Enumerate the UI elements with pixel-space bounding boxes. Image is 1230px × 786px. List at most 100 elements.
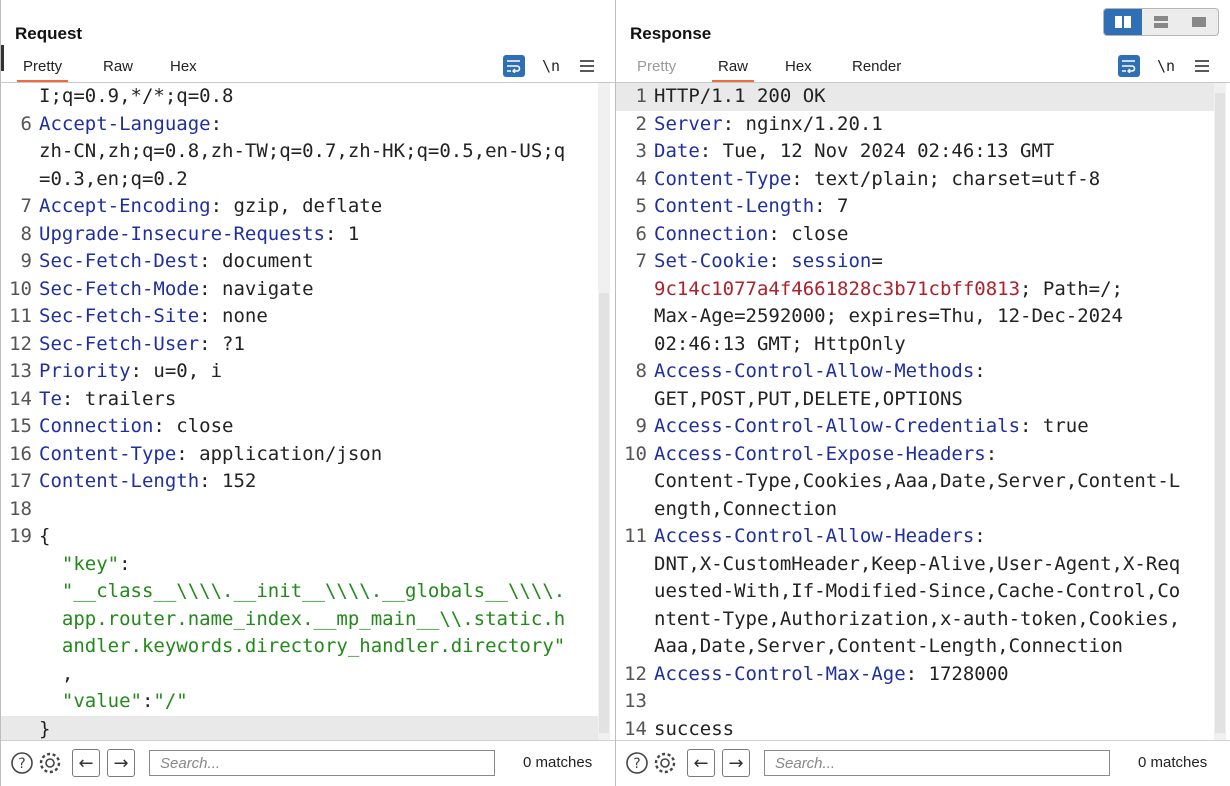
line-number: 19 xyxy=(9,525,32,547)
code-line: 5 Content-Length: 7 xyxy=(616,193,1217,221)
text-token: Content-Type,Cookies,Aaa,Date,Server,Con… xyxy=(654,470,1181,492)
scrollbar-thumb[interactable] xyxy=(1215,93,1225,733)
code-line: 10 Access-Control-Expose-Headers: xyxy=(616,441,1217,469)
newline-toggle-button[interactable]: \n xyxy=(1155,55,1177,77)
code-line: "__class__\\\\.__init__\\\\.__globals__\… xyxy=(1,578,601,606)
line-content: { xyxy=(39,523,50,551)
line-content: Accept-Encoding: gzip, deflate xyxy=(39,193,382,221)
arrow-right-icon[interactable]: → xyxy=(107,749,135,777)
header-name: Content-Type xyxy=(654,167,792,190)
arrow-left-icon[interactable]: ← xyxy=(687,749,715,777)
wrap-lines-icon[interactable] xyxy=(503,55,525,77)
layout-toggle xyxy=(1103,8,1219,36)
header-name: Date xyxy=(654,140,700,162)
text-token: : xyxy=(974,525,986,547)
help-icon[interactable]: ? xyxy=(624,749,650,777)
code-line: 11 Sec-Fetch-Site: none xyxy=(1,303,601,331)
tab-hex[interactable]: Hex xyxy=(785,58,812,75)
line-content: Content-Length: 152 xyxy=(39,468,256,496)
gear-icon[interactable] xyxy=(652,749,678,777)
code-line: 9 Access-Control-Allow-Credentials: true xyxy=(616,413,1217,441)
wrap-lines-icon[interactable] xyxy=(1118,55,1140,77)
line-content: } xyxy=(39,716,50,742)
newline-toggle-button[interactable]: \n xyxy=(540,55,562,77)
line-number: 10 xyxy=(9,277,32,300)
svg-text:?: ? xyxy=(18,756,25,772)
text-token: : none xyxy=(199,305,268,327)
arrow-right-icon[interactable]: → xyxy=(722,749,750,777)
arrow-left-icon[interactable]: ← xyxy=(72,749,100,777)
help-icon[interactable]: ? xyxy=(9,749,35,777)
code-line: } xyxy=(1,715,601,742)
string-token: "/" xyxy=(153,690,188,712)
line-number: 10 xyxy=(624,442,647,465)
text-token: : 7 xyxy=(814,195,849,217)
text-token: : trailers xyxy=(61,387,177,410)
line-content: Server: nginx/1.20.1 xyxy=(654,111,883,139)
text-token: : xyxy=(210,112,223,135)
line-content: Access-Control-Expose-Headers: xyxy=(654,441,997,469)
line-content: Content-Type: application/json xyxy=(39,441,382,469)
text-token: success xyxy=(654,717,735,740)
match-count: 0 matches xyxy=(1138,754,1208,771)
tab-render[interactable]: Render xyxy=(852,58,901,75)
line-number: 14 xyxy=(624,717,647,740)
string-token: "key" xyxy=(39,552,120,575)
line-number: 7 xyxy=(635,250,647,272)
line-number: 7 xyxy=(20,195,32,217)
code-line: 2 Server: nginx/1.20.1 xyxy=(616,111,1217,139)
hamburger-menu-icon[interactable] xyxy=(1191,55,1213,77)
code-line: GET,POST,PUT,DELETE,OPTIONS xyxy=(616,386,1217,414)
tab-pretty[interactable]: Pretty xyxy=(16,58,69,83)
split-columns-icon[interactable] xyxy=(1104,9,1142,35)
code-line: 12 Access-Control-Max-Age: 1728000 xyxy=(616,661,1217,689)
line-content: "key": xyxy=(39,551,131,579)
line-number: 9 xyxy=(20,250,32,272)
header-name: Access-Control-Expose-Headers xyxy=(654,442,986,465)
line-content: andler.keywords.directory_handler.direct… xyxy=(39,633,565,661)
single-pane-icon[interactable] xyxy=(1180,9,1218,35)
header-name: Access-Control-Max-Age xyxy=(654,662,906,685)
line-number: 2 xyxy=(635,112,647,135)
request-editor[interactable]: I;q=0.9,*/*;q=0.8 6 Accept-Language: zh-CN,… xyxy=(1,83,601,741)
tab-pretty[interactable]: Pretty xyxy=(637,58,676,75)
response-scrollbar[interactable] xyxy=(1214,83,1226,741)
response-panel: Response Pretty Raw Hex Render \n 1 HTTP/… xyxy=(615,0,1230,786)
code-line: 8 Access-Control-Allow-Methods: xyxy=(616,358,1217,386)
code-line: 02:46:13 GMT; HttpOnly xyxy=(616,331,1217,359)
text-token: : 1728000 xyxy=(905,662,1009,685)
line-number: 12 xyxy=(624,662,647,685)
line-content: "__class__\\\\.__init__\\\\.__globals__\… xyxy=(39,578,565,606)
code-line: 9 Sec-Fetch-Dest: document xyxy=(1,248,601,276)
tab-hex[interactable]: Hex xyxy=(170,58,197,75)
response-editor[interactable]: 1 HTTP/1.1 200 OK 2 Server: nginx/1.20.1 3 Da… xyxy=(616,83,1217,741)
line-number: 13 xyxy=(624,690,647,712)
code-line: 18 xyxy=(1,496,601,524)
line-number: 14 xyxy=(9,387,32,410)
text-token: : u=0, i xyxy=(130,360,223,382)
text-token: : close xyxy=(153,415,234,437)
header-name: Server xyxy=(654,112,723,135)
line-content: Content-Type,Cookies,Aaa,Date,Server,Con… xyxy=(654,468,1180,496)
search-input[interactable] xyxy=(149,750,495,776)
tab-raw[interactable]: Raw xyxy=(711,58,755,83)
text-token: ; Path=/; xyxy=(1020,277,1123,300)
split-rows-icon[interactable] xyxy=(1142,9,1180,35)
text-token: 02:46:13 GMT; HttpOnly xyxy=(654,332,906,355)
tab-raw[interactable]: Raw xyxy=(103,58,133,75)
line-number: 11 xyxy=(624,525,647,547)
request-scrollbar[interactable] xyxy=(598,83,610,741)
code-line: 11 Access-Control-Allow-Headers: xyxy=(616,523,1217,551)
line-content: 02:46:13 GMT; HttpOnly xyxy=(654,331,906,359)
header-name: Set-Cookie xyxy=(654,250,769,272)
text-token: : text/plain; charset=utf-8 xyxy=(791,167,1101,190)
search-input[interactable] xyxy=(764,750,1110,776)
response-search-bar: ? ← → 0 matches xyxy=(616,740,1230,786)
code-line: 6 Connection: close xyxy=(616,221,1217,249)
header-name: Connection xyxy=(654,222,769,245)
line-content: DNT,X-CustomHeader,Keep-Alive,User-Agent… xyxy=(654,551,1180,579)
scrollbar-thumb[interactable] xyxy=(599,293,609,733)
gear-icon[interactable] xyxy=(37,749,63,777)
code-line: Content-Type,Cookies,Aaa,Date,Server,Con… xyxy=(616,468,1217,496)
hamburger-menu-icon[interactable] xyxy=(576,55,598,77)
